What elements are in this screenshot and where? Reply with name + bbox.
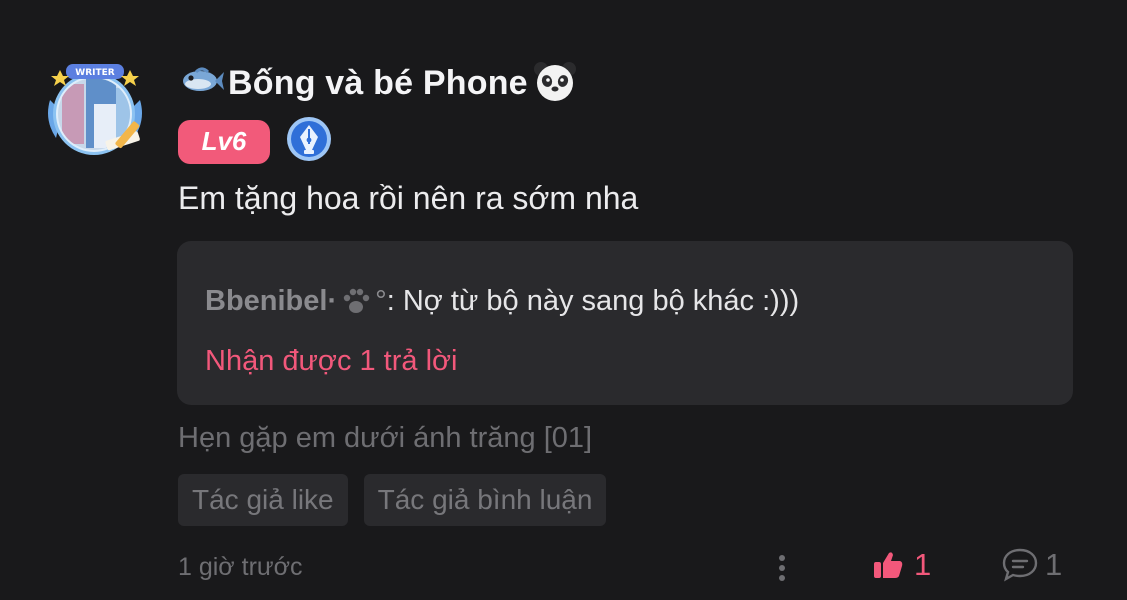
pen-nib-badge-icon[interactable] — [286, 116, 332, 167]
badges-row: Lv6 — [178, 116, 332, 167]
comment-bubble-icon — [1002, 548, 1038, 582]
fish-icon — [178, 64, 224, 103]
thumbs-up-icon — [874, 552, 903, 578]
quote-author[interactable]: Bbenibel· — [205, 285, 337, 318]
username-row: Bống và bé Phone — [178, 58, 578, 108]
more-options-button[interactable] — [770, 550, 794, 586]
username[interactable]: Bống và bé Phone — [228, 64, 528, 103]
view-replies-link[interactable]: Nhận được 1 trả lời — [205, 345, 458, 378]
author-like-tag: Tác giả like — [178, 474, 348, 526]
avatar-frame-label: WRITER — [75, 68, 114, 78]
comment-card: WRITER Bống và bé Phone Lv6 Em tặng hoa … — [0, 0, 1127, 600]
paw-icon — [338, 283, 374, 319]
quoted-reply-box[interactable]: Bbenibel· ° : Nợ từ bộ này sang bộ khác … — [177, 241, 1073, 405]
more-vertical-icon — [779, 555, 785, 581]
author-commented-tag: Tác giả bình luận — [363, 474, 607, 526]
like-button[interactable]: 1 — [872, 547, 931, 583]
quote-separator: : — [386, 284, 403, 317]
quote-text: Nợ từ bộ này sang bộ khác :))) — [402, 284, 800, 317]
tags: Tác giả like Tác giả bình luận — [178, 474, 607, 526]
like-count: 1 — [914, 547, 932, 582]
quote-author-suffix: ° — [375, 284, 387, 317]
timestamp: 1 giờ trước — [178, 553, 303, 581]
comment-text: Em tặng hoa rồi nên ra sớm nha — [178, 180, 639, 216]
reply-button[interactable]: 1 — [1001, 547, 1062, 583]
avatar[interactable]: WRITER — [42, 64, 148, 162]
reply-count: 1 — [1045, 547, 1063, 582]
chapter-reference[interactable]: Hẹn gặp em dưới ánh trăng [01] — [178, 422, 592, 455]
panda-icon — [532, 58, 578, 109]
level-badge[interactable]: Lv6 — [178, 119, 270, 164]
quoted-reply: Bbenibel· ° : Nợ từ bộ này sang bộ khác … — [205, 283, 799, 319]
